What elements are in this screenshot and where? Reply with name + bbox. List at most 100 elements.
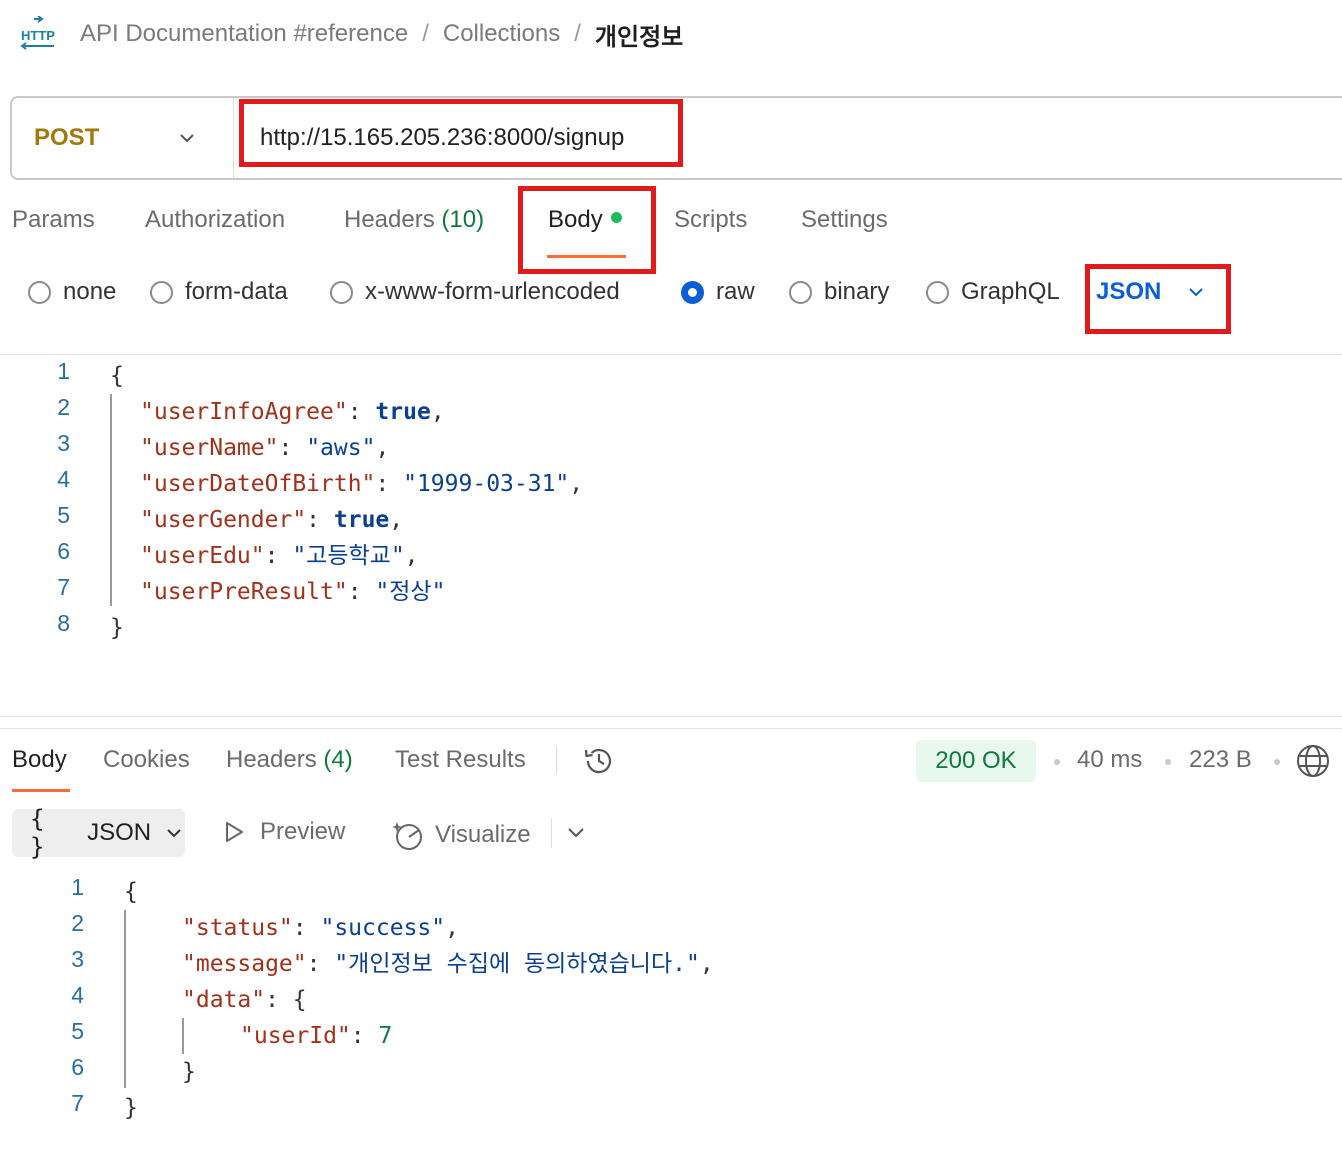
- line-number: 5: [57, 502, 70, 528]
- tab-settings[interactable]: Settings: [801, 206, 888, 234]
- code-line: "data": {: [182, 987, 307, 1013]
- indent-guide: [182, 1018, 184, 1054]
- preview-button[interactable]: Preview: [222, 818, 345, 846]
- indent-guide: [124, 910, 126, 1088]
- raw-format-select[interactable]: JSON: [1096, 278, 1207, 306]
- line-number: 3: [71, 946, 84, 972]
- separator-dot: [1054, 759, 1060, 765]
- chevron-down-icon[interactable]: [566, 823, 586, 848]
- code-line: }: [182, 1059, 196, 1085]
- code-line: "userGender": true,: [140, 507, 404, 533]
- radio-form-data[interactable]: form-data: [150, 278, 288, 306]
- divider: [0, 716, 1342, 717]
- tab-body[interactable]: Body: [548, 206, 622, 234]
- line-number: 1: [71, 874, 84, 900]
- line-number: 4: [57, 466, 70, 492]
- line-number: 2: [71, 910, 84, 936]
- radio-circle: [926, 280, 949, 304]
- page-title: 개인정보: [594, 23, 684, 51]
- breadcrumb-item-collections[interactable]: Collections: [443, 20, 560, 48]
- braces-icon: { }: [30, 805, 45, 861]
- separator-dot: [1274, 759, 1280, 765]
- visualize-icon: [391, 818, 425, 852]
- breadcrumb: HTTP API Documentation #reference / Coll…: [20, 14, 683, 54]
- chevron-down-icon: [176, 127, 198, 149]
- line-number: 1: [57, 358, 70, 384]
- breadcrumb-item-workspace[interactable]: API Documentation #reference: [80, 20, 408, 48]
- response-format-label: JSON: [87, 819, 152, 846]
- line-number: 7: [71, 1090, 84, 1116]
- breadcrumb-separator: /: [422, 20, 429, 47]
- line-number: 3: [57, 430, 70, 456]
- radio-graphql[interactable]: GraphQL: [926, 278, 1060, 306]
- line-number: 4: [71, 982, 84, 1008]
- chevron-down-icon: [1185, 281, 1207, 303]
- radio-none[interactable]: none: [28, 278, 116, 306]
- radio-circle: [150, 280, 173, 304]
- radio-circle: [789, 280, 812, 304]
- active-tab-underline: [12, 789, 70, 792]
- url-input[interactable]: http://15.165.205.236:8000/signup: [260, 124, 624, 152]
- code-line: }: [110, 615, 124, 641]
- divider: [0, 728, 1342, 729]
- code-line: "message": "개인정보 수집에 동의하였습니다.",: [182, 951, 714, 977]
- line-number: 8: [57, 610, 70, 636]
- url-bar: POST http://15.165.205.236:8000/signup: [10, 96, 1342, 180]
- line-number: 6: [57, 538, 70, 564]
- line-number: 2: [57, 394, 70, 420]
- code-line: "userDateOfBirth": "1999-03-31",: [140, 471, 584, 497]
- line-number: 7: [57, 574, 70, 600]
- code-line: "userEdu": "고등학교",: [140, 543, 419, 569]
- response-tab-headers[interactable]: Headers (4): [226, 746, 353, 774]
- play-icon: [222, 820, 246, 844]
- tab-params[interactable]: Params: [12, 206, 95, 234]
- method-select[interactable]: POST: [12, 98, 234, 178]
- status-badge[interactable]: 200 OK: [916, 740, 1036, 782]
- globe-icon[interactable]: [1296, 744, 1330, 783]
- response-tab-body[interactable]: Body: [12, 746, 67, 774]
- divider: [551, 818, 552, 848]
- response-headers-count: (4): [323, 746, 353, 773]
- visualize-button[interactable]: Visualize: [391, 818, 531, 852]
- response-size[interactable]: 223 B: [1189, 746, 1252, 774]
- code-line: {: [110, 363, 124, 389]
- radio-circle: [28, 280, 51, 304]
- response-time[interactable]: 40 ms: [1077, 746, 1142, 774]
- radio-circle: [330, 280, 353, 304]
- svg-text:HTTP: HTTP: [21, 28, 55, 43]
- separator-dot: [1165, 759, 1171, 765]
- radio-circle-selected: [681, 280, 704, 304]
- response-format-select[interactable]: { } JSON: [12, 805, 185, 861]
- body-modified-dot: [610, 212, 622, 224]
- code-line: "status": "success",: [182, 915, 459, 941]
- divider: [556, 746, 557, 774]
- chevron-down-icon: [163, 822, 185, 844]
- line-number: 5: [71, 1018, 84, 1044]
- radio-x-www-form-urlencoded[interactable]: x-www-form-urlencoded: [330, 278, 620, 306]
- response-body-viewer[interactable]: 1 2 3 4 5 6 7 { "status": "success", "me…: [0, 874, 1342, 1134]
- response-tab-cookies[interactable]: Cookies: [103, 746, 190, 774]
- history-icon[interactable]: [582, 744, 616, 783]
- http-icon: HTTP: [20, 16, 56, 52]
- radio-raw[interactable]: raw: [681, 278, 755, 306]
- breadcrumb-separator: /: [574, 20, 581, 47]
- tab-authorization[interactable]: Authorization: [145, 206, 285, 234]
- raw-format-label: JSON: [1096, 278, 1162, 305]
- divider: [0, 354, 1342, 355]
- tab-scripts[interactable]: Scripts: [674, 206, 747, 234]
- method-label: POST: [34, 124, 100, 151]
- radio-binary[interactable]: binary: [789, 278, 889, 306]
- code-line: "userPreResult": "정상": [140, 579, 446, 605]
- line-number: 6: [71, 1054, 84, 1080]
- headers-count: (10): [441, 206, 485, 233]
- code-line: }: [124, 1095, 138, 1121]
- indent-guide: [110, 394, 112, 606]
- code-line: "userId": 7: [240, 1023, 393, 1049]
- code-line: "userName": "aws",: [140, 435, 390, 461]
- active-tab-underline: [547, 255, 626, 258]
- request-body-editor[interactable]: 1 2 3 4 5 6 7 8 { "userInfoAgree": true,…: [0, 358, 1342, 658]
- tab-headers[interactable]: Headers (10): [344, 206, 484, 234]
- code-line: "userInfoAgree": true,: [140, 399, 445, 425]
- code-line: {: [124, 879, 138, 905]
- response-tab-test-results[interactable]: Test Results: [395, 746, 526, 774]
